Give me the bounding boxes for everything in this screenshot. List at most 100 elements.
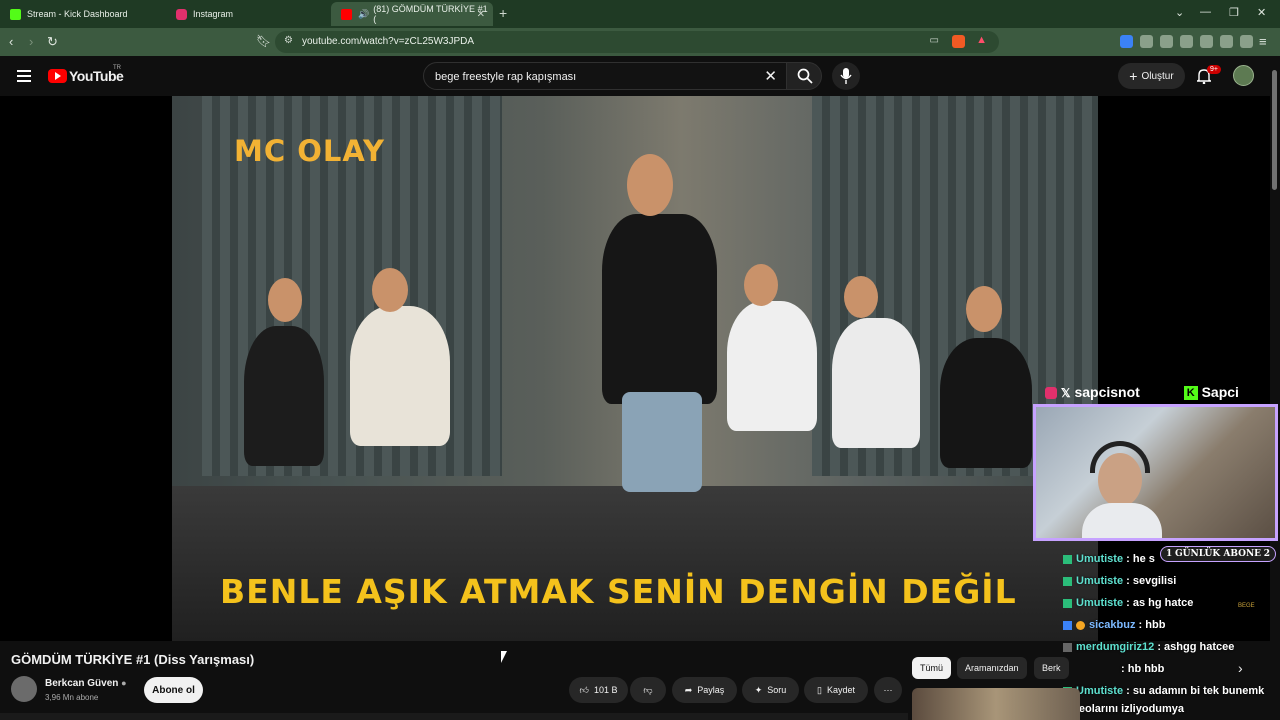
minimize-button[interactable]: — xyxy=(1200,6,1211,18)
filter-chip-from-search[interactable]: Aramanızdan xyxy=(957,657,1027,679)
maximize-button[interactable]: ❐ xyxy=(1229,6,1239,19)
subscribe-button[interactable]: Abone ol xyxy=(144,677,203,703)
brave-shield-icon[interactable] xyxy=(952,35,965,48)
forward-icon[interactable]: › xyxy=(29,34,33,49)
extensions-icon[interactable] xyxy=(1140,35,1153,48)
stream-overlay-handles: 𝕏 sapcisnot K Sapci xyxy=(1045,384,1277,406)
chat-message: merdumgiriz12 : ashgg hatcee xyxy=(1063,641,1234,653)
chat-badge-icon xyxy=(1063,620,1072,630)
share-button[interactable]: ➦ Paylaş xyxy=(672,677,737,703)
vpn-shield-icon[interactable] xyxy=(1240,35,1253,48)
floor xyxy=(172,486,1098,641)
back-icon[interactable]: ‹ xyxy=(9,34,13,49)
streamer-webcam xyxy=(1033,404,1278,541)
instagram-icon xyxy=(176,8,187,20)
new-tab-button[interactable]: + xyxy=(499,5,507,21)
search-input[interactable]: bege freestyle rap kapışması ✕ xyxy=(423,62,787,90)
person-head xyxy=(744,264,778,306)
thumbs-up-icon: 👍︎ xyxy=(579,684,589,695)
youtube-logo[interactable]: YouTube TR xyxy=(48,65,124,84)
chat-badge-icon xyxy=(1063,598,1072,608)
plus-icon: + xyxy=(1129,68,1138,84)
browser-toolbar: ‹ › ↻ 🔖︎ ⚙ youtube.com/watch?v=zCL25W3JP… xyxy=(0,28,1280,56)
streamer-shirt xyxy=(1082,503,1162,538)
sub-goal-label: GÜNLÜK ABONE xyxy=(1174,549,1262,559)
tab-label: Stream - Kick Dashboard xyxy=(27,9,128,19)
sparkle-icon: ✦ xyxy=(754,684,763,695)
save-button[interactable]: ▯ Kaydet xyxy=(804,677,868,703)
leo-ai-icon[interactable] xyxy=(1220,35,1233,48)
hamburger-menu-icon[interactable] xyxy=(17,70,31,85)
more-icon: ⋯ xyxy=(883,684,893,695)
youtube-icon xyxy=(341,8,352,20)
menu-icon[interactable]: ≡ xyxy=(1259,34,1267,49)
notification-count-badge: 9+ xyxy=(1207,65,1221,74)
chevron-right-icon[interactable]: › xyxy=(1238,660,1243,676)
video-caption: BENLE AŞIK ATMAK SENİN DENGİN DEĞİL xyxy=(220,572,1017,611)
chat-message: : hb hbb xyxy=(1121,663,1165,675)
scrollbar-thumb[interactable] xyxy=(1272,70,1277,190)
sub-goal-right: 2 xyxy=(1263,549,1270,559)
instagram-icon xyxy=(1045,387,1057,400)
sidebar-icon[interactable] xyxy=(1180,35,1193,48)
rapper-shorts xyxy=(622,392,702,492)
tab-label: (81) GÖMDÜM TÜRKİYE #1 ( xyxy=(373,4,488,24)
chat-message: sicakbuz : hbb xyxy=(1063,619,1165,631)
rapper-head xyxy=(627,154,673,216)
seated-person xyxy=(832,318,920,448)
person-head xyxy=(966,286,1002,332)
close-tab-icon[interactable]: ✕ xyxy=(477,9,485,20)
tab-kick-dashboard[interactable]: Stream - Kick Dashboard xyxy=(0,2,166,26)
site-info-icon[interactable]: ⚙ xyxy=(284,35,293,46)
sub-goal-bar: 1 GÜNLÜK ABONE 2 xyxy=(1160,546,1276,562)
bookmark-icon[interactable]: 🔖︎ xyxy=(256,34,271,48)
account-avatar[interactable] xyxy=(1233,65,1254,86)
chat-message: Umutiste : sevgilisi xyxy=(1063,575,1176,587)
verified-icon: ● xyxy=(121,678,127,688)
filter-chip-all[interactable]: Tümü xyxy=(912,657,952,679)
close-window-button[interactable]: ✕ xyxy=(1257,6,1266,19)
youtube-header: YouTube TR bege freestyle rap kapışması … xyxy=(0,56,1280,96)
audio-extension-icon[interactable] xyxy=(1120,35,1133,48)
more-actions-button[interactable]: ⋯ xyxy=(874,677,902,703)
region-code: TR xyxy=(113,65,121,71)
seated-person xyxy=(244,326,324,466)
like-button[interactable]: 👍︎ 101 B xyxy=(569,677,628,703)
brave-rewards-icon[interactable]: ▲ xyxy=(976,34,987,46)
create-button[interactable]: + Oluştur xyxy=(1118,63,1185,89)
filter-chip-channel[interactable]: Berk xyxy=(1034,657,1069,679)
voice-search-button[interactable] xyxy=(832,62,860,90)
kick-handle: Sapci xyxy=(1201,384,1239,400)
address-bar[interactable]: ⚙ youtube.com/watch?v=zCL25W3JPDA ▭ ▲ xyxy=(275,31,999,53)
person-head xyxy=(844,276,878,318)
cast-icon[interactable]: ▭ xyxy=(930,35,939,46)
x-icon: 𝕏 xyxy=(1060,386,1071,400)
music-icon[interactable] xyxy=(1160,35,1173,48)
chat-message: videolarını izliyodumya xyxy=(1063,703,1185,715)
wallet-icon[interactable] xyxy=(1200,35,1213,48)
reload-icon[interactable]: ↻ xyxy=(47,34,58,50)
person-head xyxy=(268,278,302,322)
video-frame[interactable]: MC OLAY BENLE AŞIK ATMAK SENİN DENGİN DE… xyxy=(172,96,1098,641)
seated-person xyxy=(350,306,450,446)
kick-icon: K xyxy=(1183,386,1198,401)
channel-avatar[interactable] xyxy=(11,676,37,702)
tab-youtube-video[interactable]: 🔊 (81) GÖMDÜM TÜRKİYE #1 ( ✕ xyxy=(331,2,493,26)
thumbs-down-icon: 👎︎ xyxy=(643,684,653,695)
kick-icon xyxy=(10,8,21,20)
clear-search-icon[interactable]: ✕ xyxy=(764,67,777,85)
instagram-handle: sapcisnot xyxy=(1074,384,1140,400)
related-video-thumbnail[interactable] xyxy=(912,688,1080,720)
tab-instagram[interactable]: Instagram xyxy=(166,2,332,26)
ask-button[interactable]: ✦ Soru xyxy=(742,677,799,703)
search-button[interactable] xyxy=(786,62,822,90)
dislike-button[interactable]: 👎︎ xyxy=(630,677,666,703)
microphone-icon xyxy=(840,68,852,84)
tab-search-icon[interactable]: ⌄ xyxy=(1175,6,1184,19)
overlay-side-label: BEGE xyxy=(1238,603,1255,609)
channel-name[interactable]: Berkcan Güven ● xyxy=(45,678,127,689)
rapper xyxy=(602,214,717,404)
share-label: Paylaş xyxy=(697,685,725,695)
like-count: 101 B xyxy=(593,685,618,695)
video-title: GÖMDÜM TÜRKİYE #1 (Diss Yarışması) xyxy=(11,652,255,667)
